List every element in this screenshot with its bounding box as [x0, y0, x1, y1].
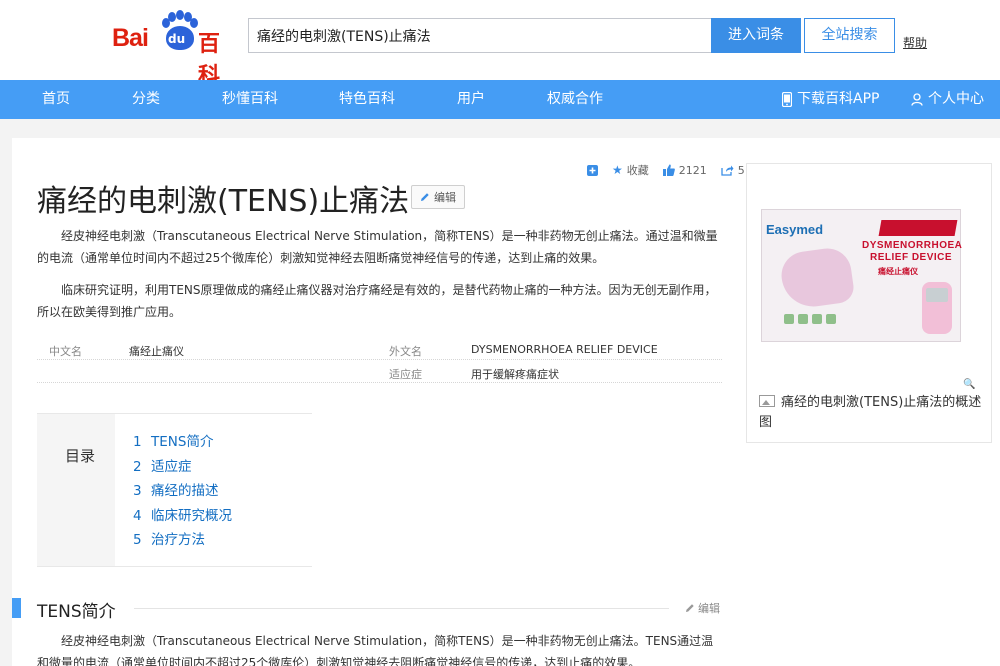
edit-label: 编辑: [434, 191, 456, 204]
summary-paragraph-1: 经皮神经电刺激（Transcutaneous Electrical Nerve …: [37, 229, 718, 265]
nav-item-authority[interactable]: 权威合作: [547, 80, 603, 119]
controller-device-image: [922, 282, 952, 334]
personal-center-label: 个人中心: [928, 91, 984, 107]
pad-device-image: [778, 245, 856, 311]
pencil-icon: [421, 193, 429, 201]
basic-info-row: 适应症 用于缓解疼痛症状: [37, 360, 722, 383]
like-count: 2121: [678, 163, 707, 177]
help-link[interactable]: 帮助: [903, 34, 927, 51]
toc-item[interactable]: 1 TENS简介: [133, 430, 232, 455]
page-title: 痛经的电刺激(TENS)止痛法: [37, 184, 410, 219]
nav-item-home[interactable]: 首页: [42, 80, 70, 119]
product-box-image: Easymed DYSMENORRHOEA RELIEF DEVICE 痛经止痛…: [761, 209, 963, 342]
favorite-label: 收藏: [626, 164, 649, 177]
plus-square-icon: [587, 164, 598, 176]
toc-item[interactable]: 5 治疗方法: [133, 528, 232, 553]
user-icon: [911, 93, 923, 106]
section-edit-button[interactable]: 编辑: [685, 600, 720, 616]
summary-image-card[interactable]: Easymed DYSMENORRHOEA RELIEF DEVICE 痛经止痛…: [746, 163, 992, 443]
toc-item[interactable]: 4 临床研究概况: [133, 504, 232, 529]
share-count: 5: [737, 163, 745, 177]
section-edit-label: 编辑: [698, 602, 720, 615]
personal-center-link[interactable]: 个人中心: [911, 80, 984, 119]
star-icon: ★: [612, 163, 623, 177]
download-app-label: 下载百科APP: [797, 91, 880, 107]
image-caption[interactable]: 痛经的电刺激(TENS)止痛法的概述图: [759, 393, 984, 433]
basic-info-value-indication: 用于缓解疼痛症状: [471, 368, 559, 381]
share-button[interactable]: 5: [721, 164, 745, 177]
favorite-button[interactable]: ★ 收藏: [612, 162, 649, 178]
main-content: ★ 收藏 2121 5 痛经的电刺激(TENS)止痛法 编辑 经皮神经电刺激（T…: [12, 138, 1000, 666]
search-box[interactable]: [248, 18, 711, 53]
enter-entry-button[interactable]: 进入词条: [711, 18, 801, 53]
logo-text-du: du: [168, 32, 186, 46]
basic-info-value-cn-name: 痛经止痛仪: [129, 345, 184, 358]
section-paragraph: 经皮神经电刺激（Transcutaneous Electrical Nerve …: [37, 634, 714, 666]
download-app-link[interactable]: 下载百科APP: [782, 80, 879, 119]
logo-text-bai: Bai: [112, 24, 149, 52]
certification-marks: [784, 314, 854, 324]
basic-info-value-foreign-name: DYSMENORRHOEA RELIEF DEVICE: [471, 343, 658, 356]
thumbs-up-icon: [662, 164, 675, 176]
table-of-contents: 目录 1 TENS简介 2 适应症 3 痛经的描述 4 临床研究概况 5 治疗方法: [37, 413, 312, 567]
toc-item[interactable]: 2 适应症: [133, 455, 232, 480]
basic-info-row: 中文名 痛经止痛仪 外文名 DYSMENORRHOEA RELIEF DEVIC…: [37, 337, 722, 360]
share-icon: [721, 165, 734, 176]
search-input[interactable]: [249, 19, 711, 52]
basic-info-table: 中文名 痛经止痛仪 外文名 DYSMENORRHOEA RELIEF DEVIC…: [37, 337, 722, 383]
box-title-cn: 痛经止痛仪: [878, 267, 918, 276]
box-title-line1: DYSMENORRHOEA: [862, 240, 963, 251]
basic-info-key-cn-name: 中文名: [49, 345, 82, 358]
site-search-button[interactable]: 全站搜索: [804, 18, 895, 53]
section-title: TENS简介: [37, 602, 116, 622]
nav-item-category[interactable]: 分类: [132, 80, 160, 119]
divider: [134, 608, 669, 609]
edit-entry-button[interactable]: 编辑: [411, 185, 465, 209]
paw-icon: du: [162, 10, 198, 54]
header: Bai du 百科 进入词条 全站搜索 帮助: [0, 0, 1000, 89]
phone-icon: [782, 92, 792, 107]
toc-item[interactable]: 3 痛经的描述: [133, 479, 232, 504]
zoom-icon[interactable]: 🔍: [963, 379, 975, 390]
box-title-line2: RELIEF DEVICE: [870, 252, 953, 263]
summary-paragraph-2: 临床研究证明，利用TENS原理做成的痛经止痛仪器对治疗痛经是有效的，是替代药物止…: [37, 283, 717, 319]
box-brand: Easymed: [766, 222, 824, 237]
section-marker: [12, 598, 21, 618]
nav-item-miaodong[interactable]: 秒懂百科: [222, 80, 278, 119]
section-heading: TENS简介 编辑: [12, 597, 722, 622]
like-button[interactable]: 2121: [662, 163, 707, 177]
nav-item-user[interactable]: 用户: [457, 80, 485, 119]
toc-label: 目录: [65, 447, 96, 465]
image-icon: [759, 395, 775, 407]
basic-info-key-foreign-name: 外文名: [389, 345, 422, 358]
summary-image[interactable]: Easymed DYSMENORRHOEA RELIEF DEVICE 痛经止痛…: [761, 209, 965, 352]
add-button[interactable]: [587, 164, 598, 176]
nav-item-featured[interactable]: 特色百科: [339, 80, 395, 119]
basic-info-key-indication: 适应症: [389, 368, 422, 381]
entry-toolbar: ★ 收藏 2121 5: [587, 162, 759, 178]
pencil-icon: [686, 604, 694, 612]
baidu-baike-logo[interactable]: Bai du 百科: [112, 10, 234, 89]
toc-list: 1 TENS简介 2 适应症 3 痛经的描述 4 临床研究概况 5 治疗方法: [133, 430, 232, 553]
main-nav: 首页 分类 秒懂百科 特色百科 用户 权威合作 下载百科APP 个人中心: [0, 80, 1000, 119]
